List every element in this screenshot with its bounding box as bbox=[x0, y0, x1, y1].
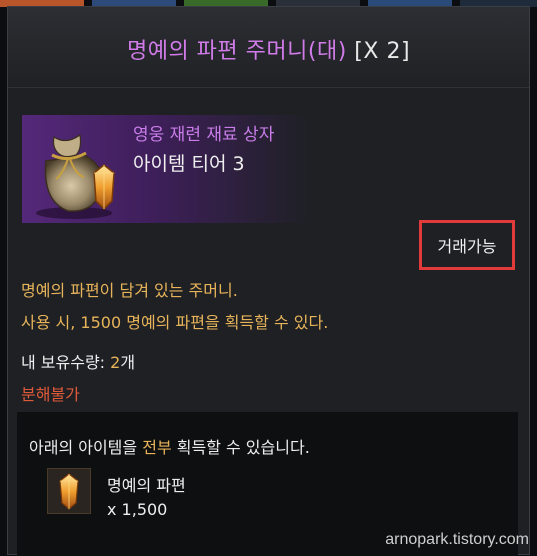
watermark: arnopark.tistory.com bbox=[385, 531, 529, 548]
disassemble-status: 분해불가 bbox=[21, 385, 80, 404]
reward-heading-highlight: 전부 bbox=[142, 438, 172, 457]
honor-shard-crystal-icon bbox=[47, 468, 91, 514]
owned-quantity-value: 2 bbox=[110, 353, 121, 372]
reward-heading-suffix: 획득할 수 있습니다. bbox=[171, 438, 310, 457]
reward-heading-prefix: 아래의 아이템을 bbox=[29, 438, 143, 457]
description-line-1: 명예의 파편이 담겨 있는 주머니. bbox=[21, 281, 238, 300]
tradable-label: 거래가능 bbox=[419, 220, 515, 270]
reward-heading: 아래의 아이템을 전부 획득할 수 있습니다. bbox=[29, 434, 310, 458]
item-count: [X 2] bbox=[354, 39, 411, 64]
item-tier: 아이템 티어 3 bbox=[133, 153, 245, 175]
description-line-2: 사용 시, 1500 명예의 파편을 획득할 수 있다. bbox=[21, 313, 329, 332]
reward-item-name: 명예의 파편 bbox=[107, 476, 186, 495]
item-category: 영웅 재련 재료 상자 bbox=[133, 125, 275, 145]
owned-quantity: 내 보유수량: 2개 bbox=[21, 349, 135, 373]
item-tooltip: 명예의 파편 주머니(대) [X 2] 영웅 재련 재료 상자 아이템 티어 3… bbox=[7, 6, 530, 556]
pouch-with-crystal-icon bbox=[22, 115, 127, 223]
item-name: 명예의 파편 주머니(대) bbox=[126, 39, 347, 64]
reward-item-quantity: x 1,500 bbox=[107, 500, 168, 519]
item-title: 명예의 파편 주머니(대) [X 2] bbox=[8, 33, 529, 65]
owned-quantity-label: 내 보유수량: bbox=[21, 353, 111, 372]
owned-quantity-unit: 개 bbox=[120, 353, 136, 372]
tooltip-header: 명예의 파편 주머니(대) [X 2] bbox=[8, 7, 529, 88]
